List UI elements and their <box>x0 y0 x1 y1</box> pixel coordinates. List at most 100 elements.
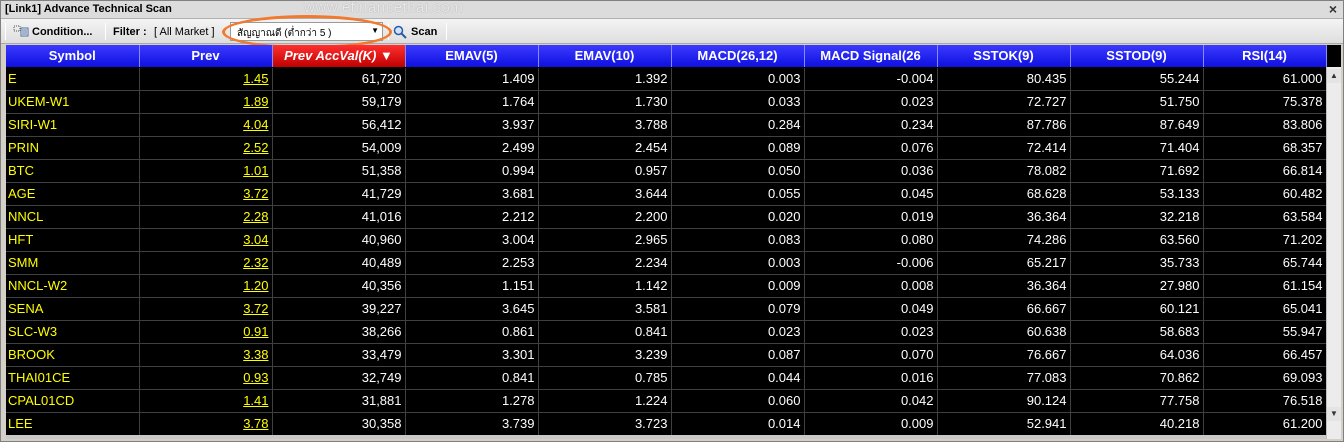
prev-price-link[interactable]: 0.93 <box>139 366 273 390</box>
condition-button[interactable]: Condition... <box>13 22 92 41</box>
symbol-cell[interactable]: BTC <box>6 159 140 183</box>
table-row[interactable]: NNCL-W2 1.20 40,356 1.151 1.142 0.009 0.008 36.… <box>6 274 1327 298</box>
value-cell: 60.121 <box>1070 297 1204 321</box>
value-cell: 1.730 <box>538 90 672 114</box>
value-cell: 78.082 <box>937 159 1071 183</box>
column-header[interactable]: MACD(26,12) <box>671 45 805 68</box>
column-header[interactable]: RSI(14) <box>1203 45 1327 68</box>
prev-price-link[interactable]: 1.41 <box>139 389 273 413</box>
value-cell: 0.009 <box>804 412 938 436</box>
column-header[interactable]: Symbol <box>6 45 140 68</box>
value-cell: 87.786 <box>937 113 1071 137</box>
symbol-cell[interactable]: NNCL <box>6 205 140 229</box>
prev-price-link[interactable]: 3.72 <box>139 297 273 321</box>
symbol-cell[interactable]: PRIN <box>6 136 140 160</box>
value-cell: 3.004 <box>405 228 539 252</box>
symbol-cell[interactable]: NNCL-W2 <box>6 274 140 298</box>
value-cell: 0.020 <box>671 205 805 229</box>
table-row[interactable]: CPAL01CD 1.41 31,881 1.278 1.224 0.060 0.042 90… <box>6 389 1327 413</box>
table-row[interactable]: SIRI-W1 4.04 56,412 3.937 3.788 0.284 0.234 87.… <box>6 113 1327 137</box>
symbol-cell[interactable]: SLC-W3 <box>6 320 140 344</box>
table-row[interactable]: BTC 1.01 51,358 0.994 0.957 0.050 0.036 78.082 7… <box>6 159 1327 183</box>
table-row[interactable]: THAI01CE 0.93 32,749 0.841 0.785 0.044 0.016 77… <box>6 366 1327 390</box>
scan-button[interactable]: Scan <box>393 22 437 41</box>
prev-price-link[interactable]: 2.52 <box>139 136 273 160</box>
table-row[interactable]: E 1.45 61,720 1.409 1.392 0.003 -0.004 80.435 55… <box>6 67 1327 91</box>
prev-price-link[interactable]: 0.91 <box>139 320 273 344</box>
signal-filter-dropdown[interactable]: สัญญาณดี (ต่ำกว่า 5 ) ▼ <box>230 22 383 41</box>
symbol-cell[interactable]: BROOK <box>6 343 140 367</box>
grid-body: E 1.45 61,720 1.409 1.392 0.003 -0.004 80.435 55… <box>6 67 1327 436</box>
value-cell: 61.200 <box>1203 412 1327 436</box>
grid-settings-icon <box>13 25 29 39</box>
column-header[interactable]: Prev <box>139 45 273 68</box>
value-cell: 68.357 <box>1203 136 1327 160</box>
value-cell: 0.049 <box>804 297 938 321</box>
table-row[interactable]: SLC-W3 0.91 38,266 0.861 0.841 0.023 0.023 60.6… <box>6 320 1327 344</box>
column-header[interactable]: SSTOK(9) <box>937 45 1071 68</box>
table-row[interactable]: PRIN 2.52 54,009 2.499 2.454 0.089 0.076 72.414… <box>6 136 1327 160</box>
value-cell: 0.033 <box>671 90 805 114</box>
value-cell: 38,266 <box>272 320 406 344</box>
value-cell: 58.683 <box>1070 320 1204 344</box>
market-filter[interactable]: [ All Market ] <box>154 22 215 41</box>
close-icon[interactable]: × <box>1329 1 1337 17</box>
title-bar[interactable]: [Link1] Advance Technical Scan × <box>1 1 1343 19</box>
value-cell: 27.980 <box>1070 274 1204 298</box>
chevron-down-icon[interactable]: ▼ <box>371 26 379 35</box>
value-cell: 3.788 <box>538 113 672 137</box>
column-header[interactable]: Prev AccVal(K) ▼ <box>272 45 406 68</box>
value-cell: 71.202 <box>1203 228 1327 252</box>
column-header[interactable]: EMAV(10) <box>538 45 672 68</box>
prev-price-link[interactable]: 3.72 <box>139 182 273 206</box>
value-cell: 2.212 <box>405 205 539 229</box>
table-row[interactable]: AGE 3.72 41,729 3.681 3.644 0.055 0.045 68.628 5… <box>6 182 1327 206</box>
symbol-cell[interactable]: UKEM-W1 <box>6 90 140 114</box>
horizontal-scrollbar[interactable] <box>6 435 1326 439</box>
prev-price-link[interactable]: 3.38 <box>139 343 273 367</box>
scan-label: Scan <box>411 25 438 38</box>
table-row[interactable]: HFT 3.04 40,960 3.004 2.965 0.083 0.080 74.286 6… <box>6 228 1327 252</box>
symbol-cell[interactable]: E <box>6 67 140 91</box>
symbol-cell[interactable]: CPAL01CD <box>6 389 140 413</box>
value-cell: 0.089 <box>671 136 805 160</box>
table-row[interactable]: SENA 3.72 39,227 3.645 3.581 0.079 0.049 66.667… <box>6 297 1327 321</box>
value-cell: 74.286 <box>937 228 1071 252</box>
table-row[interactable]: BROOK 3.38 33,479 3.301 3.239 0.087 0.070 76.66… <box>6 343 1327 367</box>
prev-price-link[interactable]: 4.04 <box>139 113 273 137</box>
value-cell: 0.079 <box>671 297 805 321</box>
symbol-cell[interactable]: THAI01CE <box>6 366 140 390</box>
prev-price-link[interactable]: 2.32 <box>139 251 273 275</box>
symbol-cell[interactable]: HFT <box>6 228 140 252</box>
symbol-cell[interactable]: SIRI-W1 <box>6 113 140 137</box>
prev-price-link[interactable]: 2.28 <box>139 205 273 229</box>
symbol-cell[interactable]: SENA <box>6 297 140 321</box>
symbol-cell[interactable]: AGE <box>6 182 140 206</box>
symbol-cell[interactable]: SMM <box>6 251 140 275</box>
prev-price-link[interactable]: 1.20 <box>139 274 273 298</box>
column-header[interactable]: MACD Signal(26 <box>804 45 938 68</box>
column-header[interactable]: SSTOD(9) <box>1070 45 1204 68</box>
value-cell: 36.364 <box>937 205 1071 229</box>
value-cell: 0.861 <box>405 320 539 344</box>
column-header[interactable]: EMAV(5) <box>405 45 539 68</box>
prev-price-link[interactable]: 1.45 <box>139 67 273 91</box>
table-row[interactable]: LEE 3.78 30,358 3.739 3.723 0.014 0.009 52.941 4… <box>6 412 1327 436</box>
table-row[interactable]: SMM 2.32 40,489 2.253 2.234 0.003 -0.006 65.217… <box>6 251 1327 275</box>
scroll-down-icon[interactable]: ▼ <box>1327 407 1341 421</box>
toolbar-separator <box>105 23 106 40</box>
table-row[interactable]: NNCL 2.28 41,016 2.212 2.200 0.020 0.019 36.364… <box>6 205 1327 229</box>
table-row[interactable]: UKEM-W1 1.89 59,179 1.764 1.730 0.033 0.023 72.… <box>6 90 1327 114</box>
scroll-up-icon[interactable]: ▲ <box>1327 69 1341 83</box>
prev-price-link[interactable]: 1.89 <box>139 90 273 114</box>
value-cell: -0.004 <box>804 67 938 91</box>
vertical-scrollbar[interactable]: ▲ ▼ <box>1326 67 1341 439</box>
prev-price-link[interactable]: 3.04 <box>139 228 273 252</box>
value-cell: 0.008 <box>804 274 938 298</box>
condition-label: Condition... <box>32 25 93 38</box>
value-cell: 0.076 <box>804 136 938 160</box>
symbol-cell[interactable]: LEE <box>6 412 140 436</box>
prev-price-link[interactable]: 1.01 <box>139 159 273 183</box>
prev-price-link[interactable]: 3.78 <box>139 412 273 436</box>
value-cell: 71.692 <box>1070 159 1204 183</box>
